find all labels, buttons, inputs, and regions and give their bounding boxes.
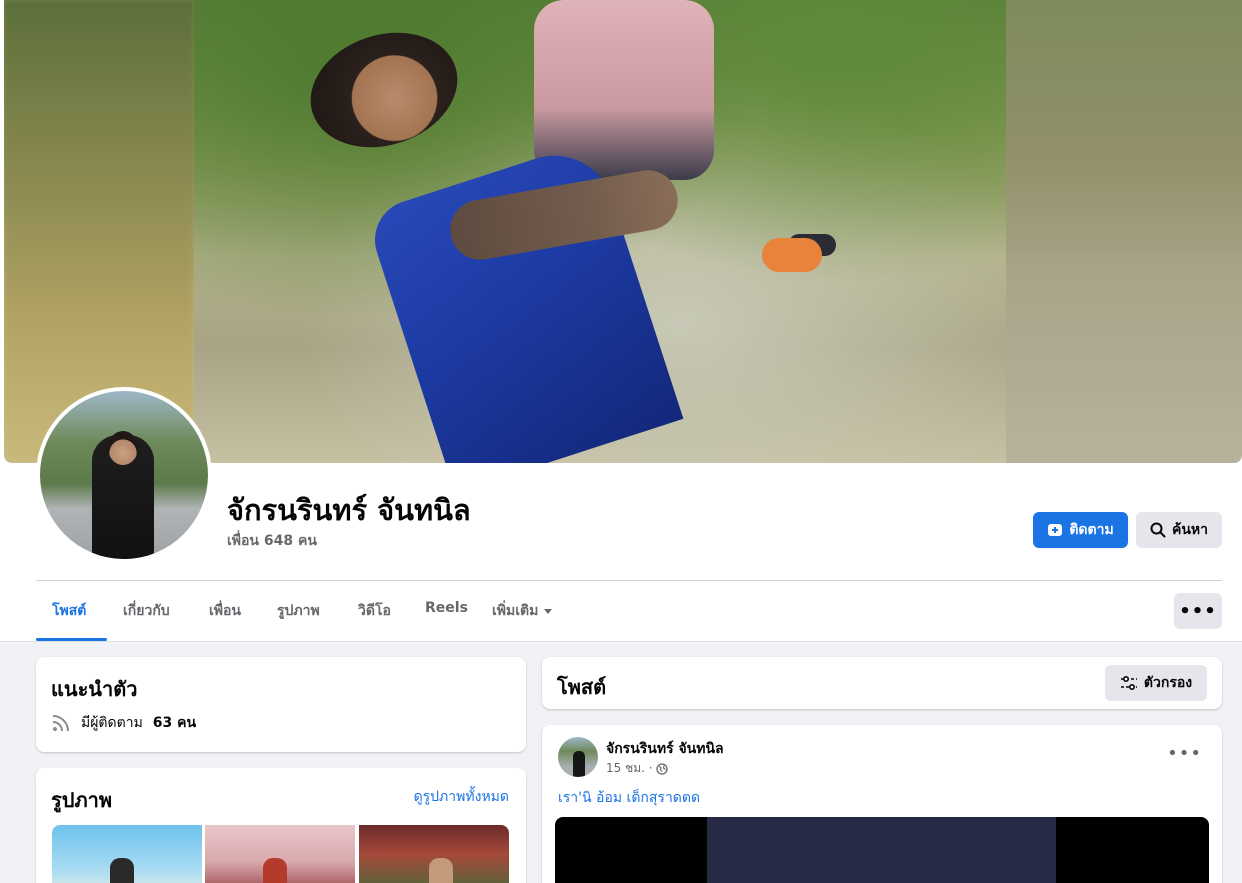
photos-card: รูปภาพ ดูรูปภาพทั้งหมด xyxy=(36,768,526,883)
search-button[interactable]: ค้นหา xyxy=(1136,512,1222,548)
photo-figure xyxy=(263,858,287,883)
filter-button[interactable]: ตัวกรอง xyxy=(1105,665,1207,701)
followers-row: มีผู้ติดตาม 63 คน xyxy=(51,712,196,734)
post-text[interactable]: เรา'นิ อ้อม เด็กสุราดตด xyxy=(558,787,700,809)
post-video[interactable] xyxy=(555,817,1209,883)
post-author-name[interactable]: จักรนรินทร์ จันทนิล xyxy=(606,738,724,760)
rss-icon xyxy=(52,715,69,732)
filter-icon xyxy=(1120,675,1137,691)
tab-more[interactable]: เพิ่มเติม xyxy=(492,600,553,622)
header-divider xyxy=(36,580,1222,581)
tab-posts[interactable]: โพสต์ xyxy=(52,600,86,622)
cover-photo[interactable] xyxy=(4,0,1242,463)
post-meta: 15 ชม. · xyxy=(606,759,668,778)
avatar-head xyxy=(108,431,138,465)
caret-down-icon xyxy=(544,608,553,614)
cover-blur-right xyxy=(1006,0,1242,463)
profile-name: จักรนรินทร์ จันทนิล xyxy=(227,493,471,527)
search-icon xyxy=(1150,522,1166,538)
intro-card: แนะนำตัว มีผู้ติดตาม 63 คน xyxy=(36,657,526,752)
tab-videos[interactable]: วิดีโอ xyxy=(358,600,391,622)
post-author-avatar[interactable] xyxy=(558,737,598,777)
friend-count[interactable]: เพื่อน 648 คน xyxy=(227,530,317,552)
followers-count[interactable]: 63 คน xyxy=(153,712,196,734)
tab-about[interactable]: เกี่ยวกับ xyxy=(123,600,170,622)
tab-reels[interactable]: Reels xyxy=(425,600,468,616)
post-options-button[interactable]: ••• xyxy=(1167,743,1202,764)
tab-more-label: เพิ่มเติม xyxy=(492,603,539,619)
follow-label: ติดตาม xyxy=(1069,522,1114,538)
photo-thumbnail[interactable] xyxy=(52,825,202,883)
post-card: จักรนรินทร์ จันทนิล 15 ชม. · ••• เรา'นิ … xyxy=(542,725,1222,883)
followers-prefix: มีผู้ติดตาม xyxy=(81,715,143,731)
profile-avatar[interactable] xyxy=(40,391,208,559)
follow-button[interactable]: ติดตาม xyxy=(1033,512,1128,548)
header-bottom-border xyxy=(0,641,1242,642)
post-time[interactable]: 15 ชม. · xyxy=(606,759,653,778)
tab-photos[interactable]: รูปภาพ xyxy=(277,600,320,622)
tab-friends[interactable]: เพื่อน xyxy=(209,600,241,622)
intro-title: แนะนำตัว xyxy=(51,677,138,701)
photo-figure xyxy=(429,858,453,883)
globe-icon xyxy=(655,762,668,775)
cover-swimmer xyxy=(762,238,822,272)
cover-child-figure xyxy=(534,0,714,180)
photo-thumbnail[interactable] xyxy=(359,825,509,883)
photo-figure xyxy=(110,858,134,883)
post-video-frame xyxy=(707,817,1056,883)
posts-header-card: โพสต์ ตัวกรอง xyxy=(542,657,1222,709)
filter-label: ตัวกรอง xyxy=(1143,675,1193,691)
search-label: ค้นหา xyxy=(1171,522,1209,538)
follow-icon xyxy=(1048,524,1063,536)
posts-title: โพสต์ xyxy=(557,675,607,699)
photos-title: รูปภาพ xyxy=(51,788,113,812)
see-all-photos-link[interactable]: ดูรูปภาพทั้งหมด xyxy=(414,786,509,808)
profile-more-button[interactable]: ••• xyxy=(1174,593,1222,629)
photo-thumbnail[interactable] xyxy=(205,825,355,883)
